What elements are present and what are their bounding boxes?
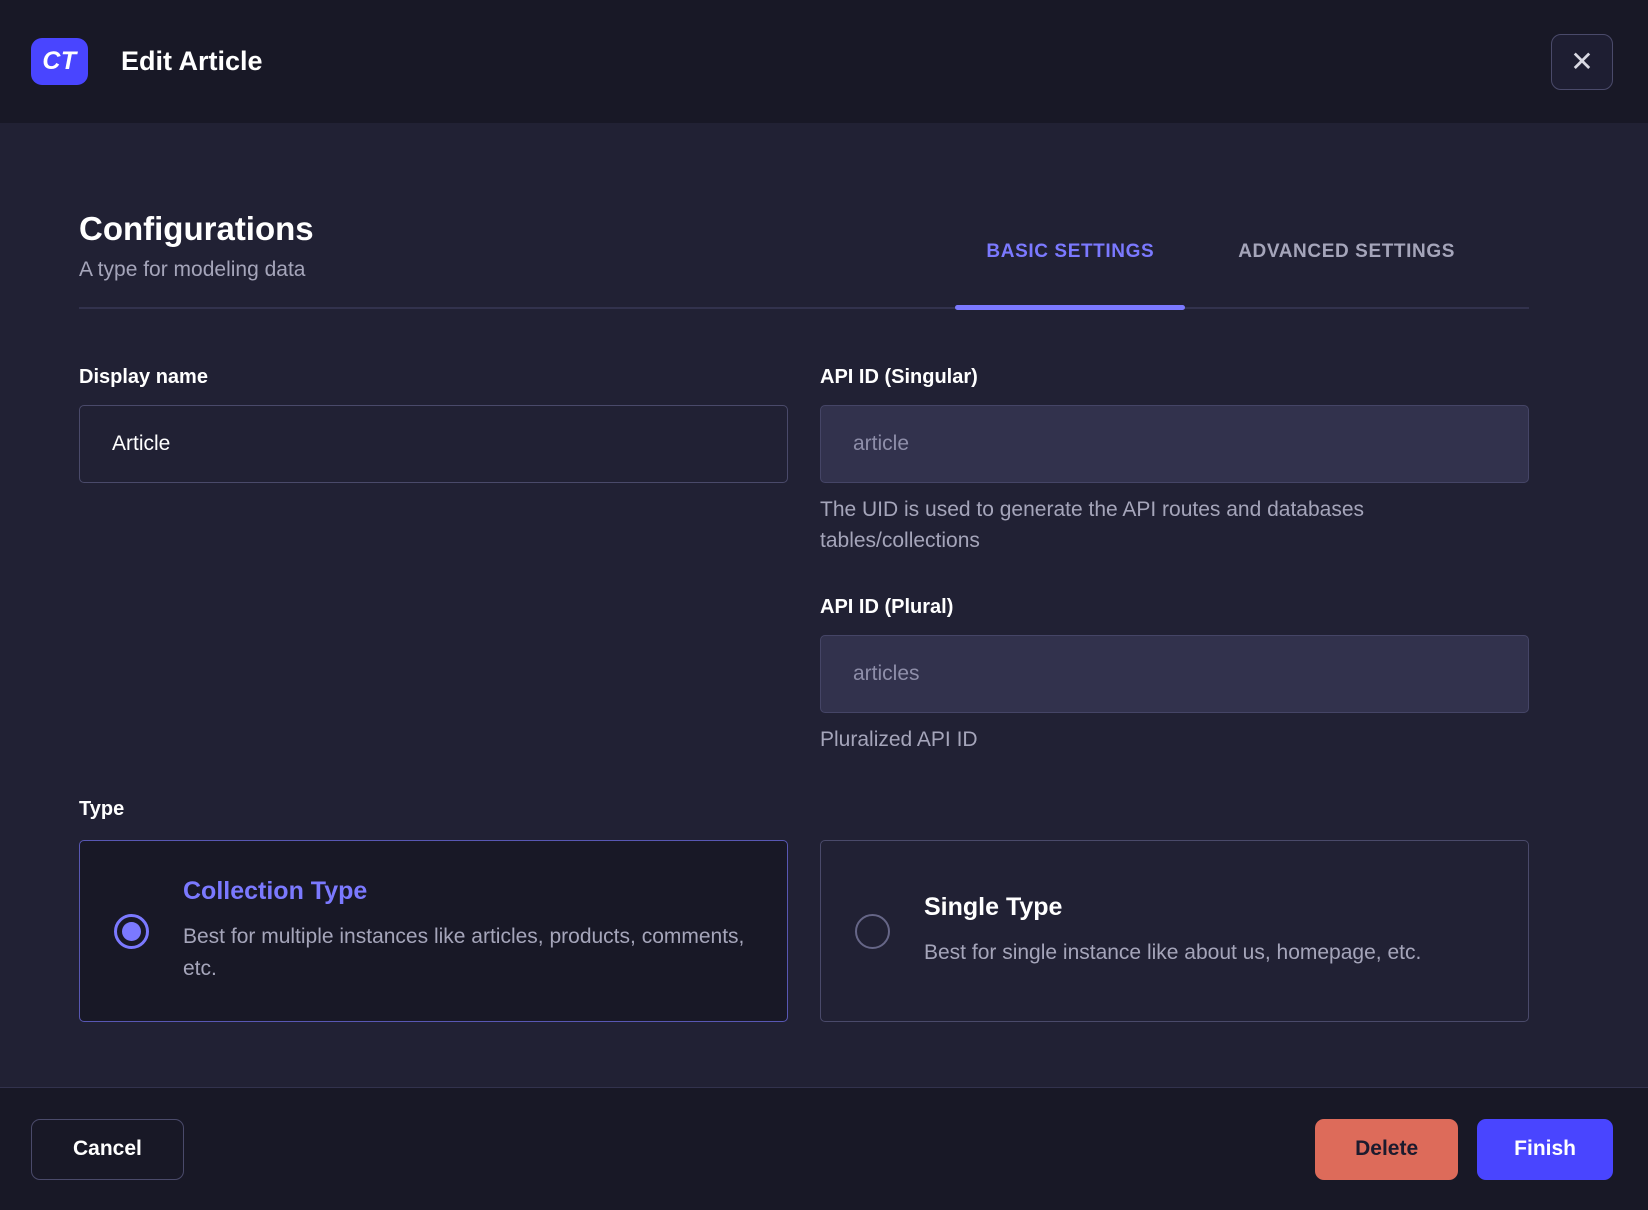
modal-title: Edit Article [121, 46, 263, 76]
section-head-text: Configurations A type for modeling data [79, 210, 314, 307]
api-id-singular-input [820, 405, 1529, 483]
api-id-singular-field-group: API ID (Singular) The UID is used to gen… [820, 366, 1529, 556]
api-id-singular-hint: The UID is used to generate the API rout… [820, 498, 1365, 552]
type-option-single-text: Single Type Best for single instance lik… [924, 893, 1421, 969]
content-type-badge: CT [31, 38, 88, 85]
modal-body: Configurations A type for modeling data … [0, 123, 1648, 1087]
section-head: Configurations A type for modeling data … [79, 210, 1529, 310]
api-id-plural-field-group: API ID (Plural) Pluralized API ID [820, 596, 1529, 755]
api-id-column: API ID (Singular) The UID is used to gen… [820, 366, 1529, 755]
type-option-single[interactable]: Single Type Best for single instance lik… [820, 840, 1529, 1022]
type-option-collection[interactable]: Collection Type Best for multiple instan… [79, 840, 788, 1022]
type-options: Collection Type Best for multiple instan… [79, 840, 1529, 1022]
type-option-collection-text: Collection Type Best for multiple instan… [183, 877, 753, 985]
edit-article-modal: CT Edit Article ✕ Configurations A type … [0, 0, 1648, 1210]
single-type-title: Single Type [924, 893, 1063, 921]
radio-single-type-icon[interactable] [855, 913, 890, 949]
display-name-label: Display name [79, 366, 208, 388]
api-id-plural-input [820, 635, 1529, 713]
finish-button[interactable]: Finish [1477, 1118, 1613, 1180]
close-icon: ✕ [1570, 44, 1594, 78]
type-label: Type [79, 798, 125, 820]
modal-header: CT Edit Article ✕ [0, 0, 1648, 123]
api-id-singular-label: API ID (Singular) [820, 366, 978, 388]
single-type-description: Best for single instance like about us, … [924, 941, 1422, 964]
display-name-input[interactable] [79, 405, 788, 483]
collection-type-description: Best for multiple instances like article… [183, 925, 745, 980]
settings-tabs: BASIC SETTINGS ADVANCED SETTINGS [955, 241, 1529, 310]
tab-advanced-settings[interactable]: ADVANCED SETTINGS [1238, 241, 1455, 307]
cancel-button[interactable]: Cancel [31, 1118, 184, 1180]
page-subtitle: A type for modeling data [79, 258, 306, 281]
radio-collection-type-icon[interactable] [114, 913, 149, 949]
page-title: Configurations [79, 210, 314, 247]
type-section: Type Collection Type Best for multiple i… [79, 798, 1529, 1022]
modal-footer: Cancel Delete Finish [0, 1087, 1648, 1210]
content-type-badge-label: CT [42, 47, 77, 75]
radio-selected-dot [122, 921, 141, 941]
api-id-plural-label: API ID (Plural) [820, 596, 954, 618]
delete-button[interactable]: Delete [1315, 1118, 1459, 1180]
close-button[interactable]: ✕ [1551, 33, 1613, 90]
tab-basic-settings[interactable]: BASIC SETTINGS [955, 241, 1186, 310]
collection-type-title: Collection Type [183, 877, 368, 905]
api-id-plural-hint: Pluralized API ID [820, 728, 978, 751]
configuration-form: Display name API ID (Singular) The UID i… [79, 366, 1529, 755]
display-name-field-group: Display name [79, 366, 788, 755]
